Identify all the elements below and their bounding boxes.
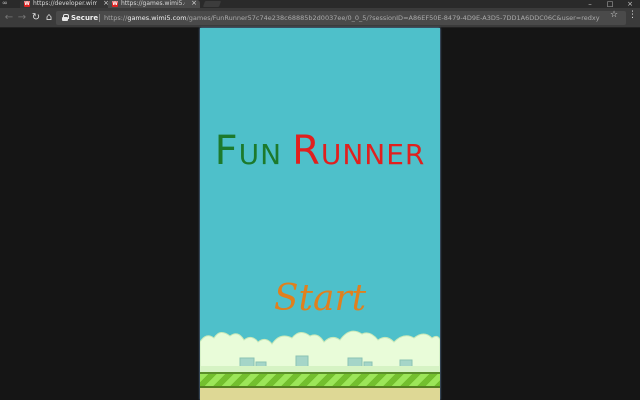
wimi5-favicon-icon: W (24, 1, 30, 7)
address-bar[interactable]: Secure https://games.wimi5.com/games/Fun… (56, 11, 626, 25)
game-canvas[interactable]: Fun Runner Start (200, 28, 440, 400)
minimize-icon[interactable]: – (580, 0, 600, 8)
reload-icon[interactable]: ↻ (30, 11, 42, 25)
tab-title: https://games.wimi5.com (121, 0, 185, 7)
title-word-runner: Runner (292, 128, 426, 174)
divider (99, 14, 100, 22)
url-path: /games/FunRunner57c74e238c68885b2d0037ee… (186, 14, 600, 22)
new-tab-button[interactable] (202, 1, 222, 7)
wimi5-favicon-icon: W (112, 1, 118, 7)
ground-stripes (200, 372, 440, 388)
window-controls: – □ × (580, 0, 640, 8)
tab-games-wimi5[interactable]: W https://games.wimi5.com × (108, 0, 200, 8)
secure-label: Secure (71, 14, 99, 22)
bookmark-star-icon[interactable]: ☆ (610, 10, 618, 20)
tab-developer-wimi5[interactable]: W https://developer.wimi5.com × (20, 0, 112, 8)
close-tab-icon[interactable]: × (191, 0, 197, 7)
window-menu-icon[interactable]: ∞ (2, 0, 16, 8)
lock-icon (62, 14, 69, 21)
tab-strip: ∞ W https://developer.wimi5.com × W http… (0, 0, 640, 8)
city-skyline (200, 355, 440, 372)
tab-title: https://developer.wimi5.com (33, 0, 97, 7)
browser-menu-icon[interactable]: ⋮ (628, 10, 637, 20)
url-scheme: https:// (104, 14, 128, 22)
back-arrow-icon[interactable]: ← (3, 11, 15, 25)
url-text[interactable]: https://games.wimi5.com/games/FunRunner5… (104, 11, 604, 25)
home-icon[interactable]: ⌂ (43, 11, 55, 25)
url-host: games.wimi5.com (127, 14, 187, 22)
forward-arrow-icon[interactable]: → (16, 11, 28, 25)
start-button[interactable]: Start (200, 278, 440, 319)
ground-dirt (200, 388, 440, 400)
maximize-icon[interactable]: □ (600, 0, 620, 8)
title-word-fun: Fun (214, 128, 283, 174)
game-title: Fun Runner (200, 128, 440, 174)
browser-toolbar: ← → ↻ ⌂ Secure https://games.wimi5.com/g… (0, 8, 640, 28)
close-window-icon[interactable]: × (620, 0, 640, 8)
